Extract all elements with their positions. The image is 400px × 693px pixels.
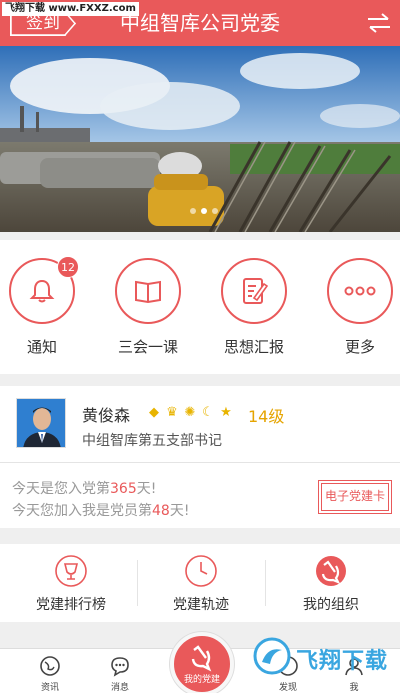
switch-arrows-icon[interactable] — [366, 12, 392, 34]
quick-item-notice[interactable]: 12 通知 — [2, 256, 82, 357]
profile-card[interactable]: 黄俊森 ◆ ♛ ✺ ☾ ★ 14级 中组智库第五支部书记 今天是您入党第365天… — [0, 386, 400, 528]
more-dots-icon — [344, 286, 376, 296]
crown-icon: ♛ — [166, 405, 178, 420]
member-days-suffix: 天! — [169, 503, 190, 519]
nav-item-news[interactable]: 资讯 — [20, 655, 80, 693]
bell-icon — [29, 279, 55, 303]
moon-icon: ☾ — [202, 405, 214, 420]
nav-item-label: 消息 — [110, 683, 129, 693]
site-logo-text: 飞翔下载 — [296, 649, 389, 674]
stats-row: 党建排行榜 党建轨迹 我的组织 — [0, 544, 400, 622]
chat-icon — [111, 657, 129, 677]
clock-icon — [185, 555, 217, 587]
notice-circle: 12 — [9, 256, 79, 324]
divider — [137, 560, 138, 606]
nav-item-label: 我 — [349, 683, 359, 693]
railway-banner-image — [0, 46, 400, 232]
medal-row: ◆ ♛ ✺ ☾ ★ — [147, 406, 233, 420]
party-days-text: 今天是您入党第365天! — [12, 478, 156, 498]
sun-icon: ✺ — [184, 405, 196, 420]
level-value: 14级 — [248, 407, 285, 426]
organization-icon-wrap — [314, 554, 348, 588]
nav-item-messages[interactable]: 消息 — [90, 655, 150, 693]
quick-item-report[interactable]: 思想汇报 — [214, 258, 294, 357]
party-emblem-icon — [191, 645, 212, 672]
quick-menu: 12 通知 三会一课 思想汇报 更多 — [0, 240, 400, 374]
globe-icon — [40, 656, 60, 676]
stats-item-organization[interactable]: 我的组织 — [276, 554, 386, 614]
avatar[interactable] — [16, 398, 66, 448]
ranking-icon-wrap — [54, 554, 88, 588]
stats-item-ranking[interactable]: 党建排行榜 — [16, 554, 126, 614]
news-icon-wrap — [39, 655, 61, 677]
quick-item-more[interactable]: 更多 — [320, 258, 400, 357]
notice-badge: 12 — [57, 256, 79, 278]
quick-item-label: 更多 — [344, 338, 375, 356]
carousel-dot[interactable] — [212, 208, 218, 214]
book-icon — [135, 280, 161, 304]
center-button-label: 我的党建 — [183, 675, 220, 685]
quick-item-meetings[interactable]: 三会一课 — [108, 258, 188, 357]
watermark-label: 飞翔下载 www.FXXZ.com — [2, 2, 139, 16]
member-days-value: 48 — [152, 503, 170, 519]
carousel-dots — [190, 208, 218, 214]
meetings-circle — [115, 258, 181, 324]
trophy-icon — [55, 555, 87, 587]
quick-item-label: 思想汇报 — [223, 338, 284, 356]
stats-item-track[interactable]: 党建轨迹 — [146, 554, 256, 614]
divider — [265, 560, 266, 606]
avatar-photo — [17, 399, 65, 447]
e-party-card-inner-border — [321, 483, 389, 511]
diamond-icon: ◆ — [149, 405, 159, 420]
member-days-text: 今天您加入我是党员第48天! — [12, 500, 189, 520]
quick-item-label: 三会一课 — [117, 338, 178, 356]
carousel-dot[interactable] — [190, 208, 196, 214]
e-party-card-button[interactable]: 电子党建卡 — [318, 480, 392, 514]
nav-item-label: 资讯 — [40, 683, 59, 693]
track-icon-wrap — [184, 554, 218, 588]
quick-item-label: 通知 — [26, 338, 57, 356]
member-days-prefix: 今天您加入我是党员第 — [12, 503, 152, 519]
carousel-dot-active[interactable] — [201, 208, 207, 214]
stats-item-label: 党建轨迹 — [173, 597, 229, 613]
profile-role: 中组智库第五支部书记 — [82, 433, 222, 449]
star-icon: ★ — [220, 405, 232, 420]
stats-item-label: 我的组织 — [303, 597, 359, 613]
more-circle — [327, 258, 393, 324]
messages-icon-wrap — [109, 655, 131, 677]
party-days-value: 365 — [110, 481, 137, 497]
party-days-prefix: 今天是您入党第 — [12, 481, 110, 497]
party-days-suffix: 天! — [136, 481, 157, 497]
profile-name: 黄俊森 — [82, 406, 131, 425]
my-party-center-button[interactable]: 我的党建 — [170, 632, 234, 693]
note-edit-icon — [243, 278, 268, 304]
report-circle — [221, 258, 287, 324]
banner-carousel[interactable] — [0, 46, 400, 232]
divider — [0, 462, 400, 463]
stats-item-label: 党建排行榜 — [36, 597, 106, 613]
nav-item-label: 发现 — [278, 683, 297, 693]
party-emblem-icon — [316, 556, 346, 586]
